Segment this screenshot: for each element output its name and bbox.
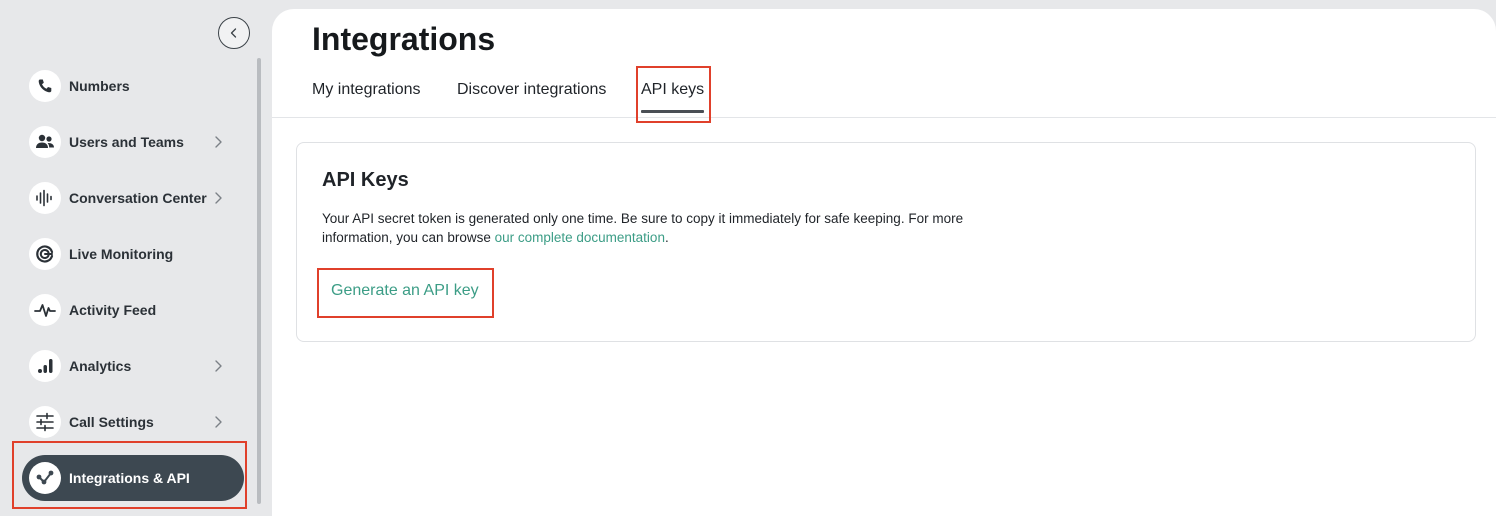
sidebar-item-label: Integrations & API bbox=[69, 470, 190, 486]
sidebar-item-call-settings[interactable]: Call Settings bbox=[22, 399, 244, 445]
sidebar-item-users-and-teams[interactable]: Users and Teams bbox=[22, 119, 244, 165]
phone-icon bbox=[29, 70, 61, 102]
sidebar-item-label: Live Monitoring bbox=[69, 246, 174, 262]
chevron-right-icon bbox=[215, 360, 222, 372]
api-keys-card: API Keys Your API secret token is genera… bbox=[296, 142, 1476, 342]
bar-chart-icon bbox=[29, 350, 61, 382]
sidebar-item-label: Users and Teams bbox=[69, 134, 184, 150]
users-icon bbox=[29, 126, 61, 158]
chevron-right-icon bbox=[215, 416, 222, 428]
page-title: Integrations bbox=[312, 21, 496, 57]
sidebar-item-live-monitoring[interactable]: Live Monitoring bbox=[22, 231, 244, 277]
sidebar-item-activity-feed[interactable]: Activity Feed bbox=[22, 287, 244, 333]
sidebar-item-label: Call Settings bbox=[69, 414, 154, 430]
sidebar-item-conversation-center[interactable]: Conversation Center bbox=[22, 175, 244, 221]
chevron-right-icon bbox=[215, 136, 222, 148]
tab-my-integrations[interactable]: My integrations bbox=[312, 81, 421, 113]
sidebar-item-label: Numbers bbox=[69, 78, 130, 94]
documentation-link[interactable]: our complete documentation bbox=[495, 230, 665, 245]
tab-discover-integrations[interactable]: Discover integrations bbox=[457, 81, 606, 113]
pulse-icon bbox=[29, 294, 61, 326]
sidebar-item-label: Analytics bbox=[69, 358, 132, 374]
description-end: . bbox=[664, 230, 669, 245]
collapse-sidebar-button[interactable] bbox=[218, 17, 250, 49]
generate-api-key-button[interactable]: Generate an API key bbox=[331, 282, 479, 300]
sidebar-item-analytics[interactable]: Analytics bbox=[22, 343, 244, 389]
main-panel: Integrations My integrations Discover in… bbox=[272, 9, 1496, 516]
sidebar-item-label: Conversation Center bbox=[69, 190, 207, 206]
app: Numbers Users and Teams Conversation Cen… bbox=[0, 0, 1496, 516]
integrations-icon bbox=[29, 462, 61, 494]
radar-icon bbox=[29, 238, 61, 270]
sidebar-scrollbar[interactable] bbox=[257, 58, 261, 504]
waveform-icon bbox=[29, 182, 61, 214]
sidebar-item-numbers[interactable]: Numbers bbox=[22, 63, 244, 109]
tab-bar: My integrations Discover integrations AP… bbox=[272, 73, 1496, 118]
sidebar: Numbers Users and Teams Conversation Cen… bbox=[0, 0, 272, 516]
card-description: Your API secret token is generated only … bbox=[322, 209, 1022, 247]
chevron-left-icon bbox=[230, 28, 237, 38]
sliders-icon bbox=[29, 406, 61, 438]
sidebar-item-label: Activity Feed bbox=[69, 302, 157, 318]
tab-api-keys[interactable]: API keys bbox=[641, 81, 705, 113]
card-title: API Keys bbox=[322, 169, 409, 191]
sidebar-item-integrations-api[interactable]: Integrations & API bbox=[22, 455, 244, 501]
chevron-right-icon bbox=[215, 192, 222, 204]
